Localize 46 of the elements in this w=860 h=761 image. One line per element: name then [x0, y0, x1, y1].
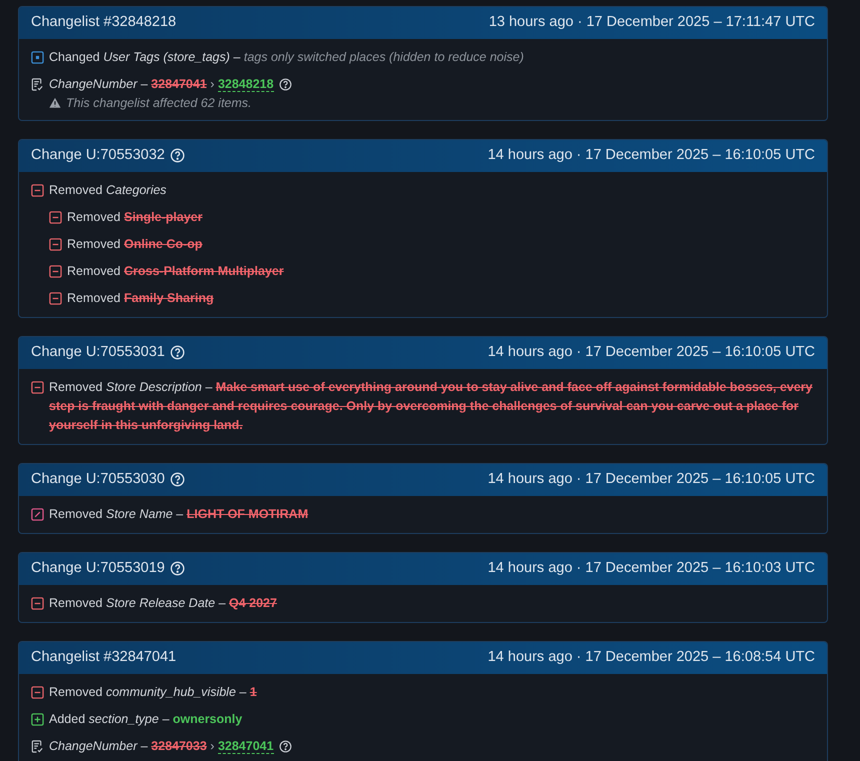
- card-timestamp: 14 hours ago · 17 December 2025 – 16:10:05 UTC: [488, 342, 815, 362]
- card-timestamp: 14 hours ago · 17 December 2025 – 16:10:05 UTC: [488, 146, 815, 165]
- minus-square-icon: [49, 210, 62, 224]
- card-title: Changelist #32848218: [31, 13, 176, 32]
- change-text: Removed community_hub_visible – 1: [49, 684, 257, 701]
- minus-square-icon: [31, 686, 44, 699]
- card-title: Change U:70553019: [31, 558, 165, 578]
- card-title: Change U:70553032: [31, 146, 165, 165]
- change-text: Removed Cross-Platform Multiplayer: [67, 262, 284, 280]
- help-icon[interactable]: [278, 740, 292, 753]
- change-text: Removed Single-player: [67, 208, 202, 226]
- change-text: Removed Online Co-op: [67, 236, 202, 253]
- change-text: Removed Family Sharing: [67, 290, 214, 307]
- warning-text: This changelist affected 62 items.: [66, 95, 252, 112]
- dot-square-icon: [31, 51, 44, 64]
- minus-square-icon: [31, 380, 44, 394]
- change-text: Removed Store Name – LIGHT OF MOTIRAM: [49, 506, 308, 523]
- change-text: Removed Store Description – Make smart use of everything around you to stay alive and face off against formidable bosses, every step is fraught with danger and requires courage. Only by overcoming the challenges of survival can you carve out a place for yourself in this unforgiving land.: [49, 378, 814, 434]
- help-icon[interactable]: [170, 561, 185, 576]
- change-text: ChangeNumber – 32847041 › 32848218: [49, 76, 274, 94]
- minus-square-icon: [49, 264, 62, 278]
- card-title: Change U:70553030: [31, 470, 165, 489]
- change-text: Changed User Tags (store_tags) – tags only switched places (hidden to reduce noise): [49, 49, 524, 66]
- card-timestamp: 14 hours ago · 17 December 2025 – 16:10:03 UTC: [488, 558, 815, 578]
- card-title: Change U:70553031: [31, 342, 165, 362]
- help-icon[interactable]: [170, 345, 185, 360]
- plus-square-icon: [31, 712, 44, 726]
- card-timestamp: 14 hours ago · 17 December 2025 – 16:08:54 UTC: [488, 648, 815, 667]
- minus-square-icon: [31, 596, 44, 610]
- change-text: ChangeNumber – 32847033 › 32847041: [49, 738, 274, 756]
- help-icon[interactable]: [170, 148, 185, 164]
- change-text: Removed Categories: [49, 182, 166, 199]
- change-text: Removed Store Release Date – Q4 2027: [49, 594, 277, 612]
- minus-square-icon: [49, 238, 62, 251]
- change-text: Added section_type – ownersonly: [49, 710, 242, 728]
- help-icon[interactable]: [278, 78, 292, 91]
- minus-square-icon: [49, 292, 62, 305]
- minus-square-icon: [31, 184, 44, 197]
- document-check-icon: [31, 740, 44, 753]
- card-title: Changelist #32847041: [31, 648, 176, 667]
- card-timestamp: 14 hours ago · 17 December 2025 – 16:10:05 UTC: [488, 470, 815, 489]
- warning-icon: [49, 97, 61, 110]
- card-timestamp: 13 hours ago · 17 December 2025 – 17:11:47 UTC: [488, 13, 815, 32]
- document-check-icon: [31, 78, 44, 91]
- slash-square-icon: [31, 508, 44, 521]
- help-icon[interactable]: [170, 472, 185, 488]
